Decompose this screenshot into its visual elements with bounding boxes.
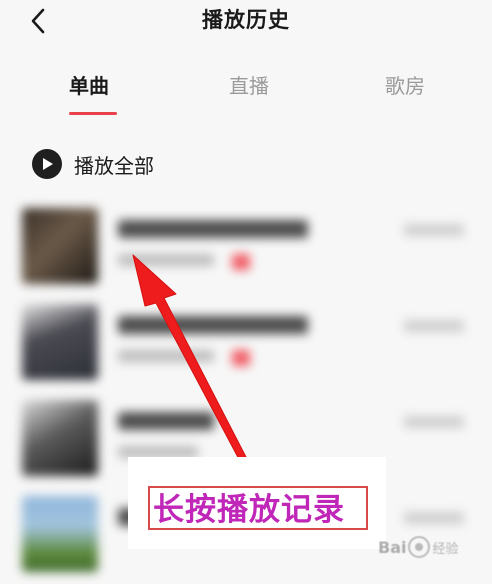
tab-song-room[interactable]: 歌房 (385, 70, 425, 99)
quality-badge (232, 350, 250, 366)
song-time-blurred (404, 320, 464, 332)
watermark-text: Bai (378, 537, 407, 557)
quality-badge (232, 254, 250, 270)
album-thumbnail (22, 400, 98, 476)
song-title-blurred (118, 220, 308, 238)
tab-live[interactable]: 直播 (229, 70, 269, 99)
watermark-suffix: 经验 (432, 541, 459, 557)
tab-single-songs[interactable]: 单曲 (69, 70, 109, 99)
song-meta-blurred (118, 254, 214, 266)
list-item[interactable] (0, 196, 492, 292)
list-item[interactable] (0, 292, 492, 388)
play-all-label: 播放全部 (74, 153, 154, 178)
song-time-blurred (404, 512, 464, 524)
album-thumbnail (22, 208, 98, 284)
song-time-blurred (404, 224, 464, 236)
song-title-blurred (118, 316, 308, 334)
paw-icon (408, 536, 431, 558)
song-meta-blurred (118, 350, 214, 362)
annotation-text: 长按播放记录 (148, 486, 368, 530)
tab-bar: 单曲 直播 歌房 (0, 66, 492, 118)
play-circle-icon (32, 149, 62, 179)
song-time-blurred (404, 416, 464, 428)
active-tab-indicator (69, 112, 117, 115)
song-title-blurred (118, 412, 214, 430)
play-all-button[interactable]: 播放全部 (32, 147, 154, 181)
page-title: 播放历史 (202, 8, 290, 32)
annotation-callout: 长按播放记录 (128, 457, 386, 549)
album-thumbnail (22, 304, 98, 380)
album-thumbnail (22, 496, 98, 572)
baidu-watermark: Bai 经验 (378, 536, 459, 558)
top-bar: 播放历史 (0, 0, 492, 44)
